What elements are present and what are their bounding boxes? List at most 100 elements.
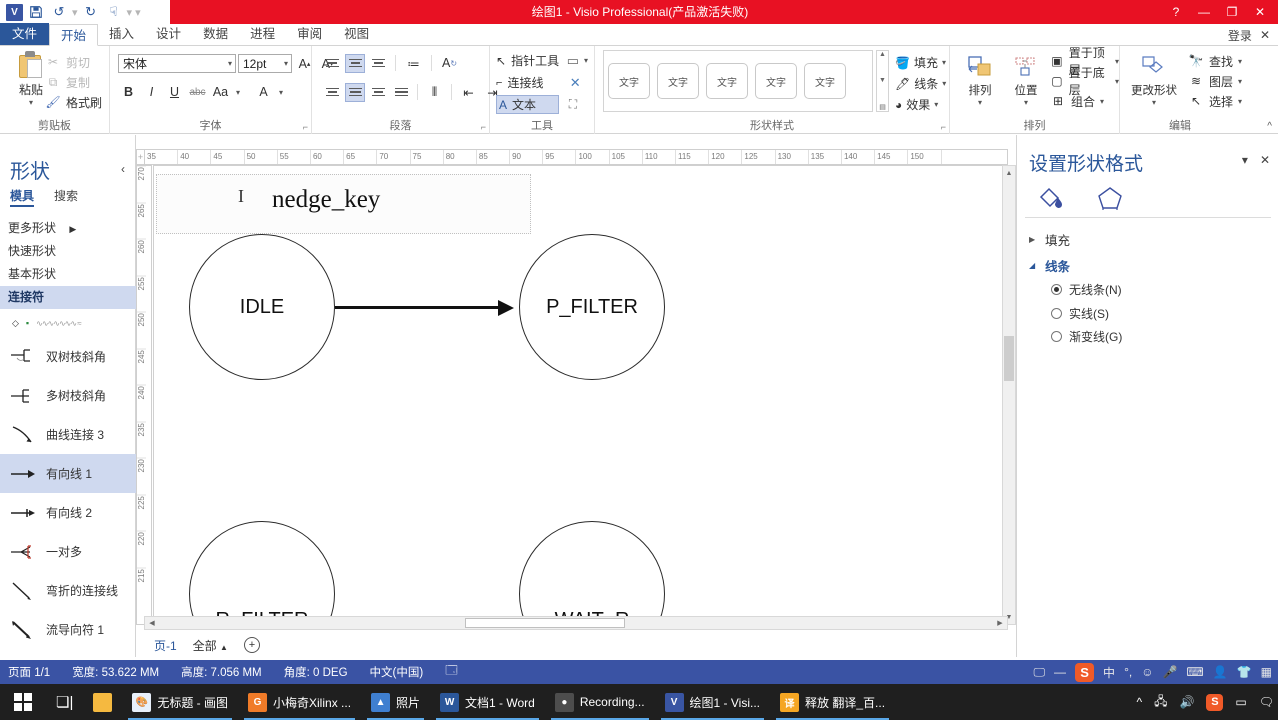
shape-item-one-to-many[interactable]: 一对多 <box>0 532 136 571</box>
line-button[interactable]: 🖊 线条 ▾ <box>895 73 946 94</box>
shape-item-flow-director-1[interactable]: 流导向符 1 <box>0 610 136 649</box>
change-shape-caret-icon[interactable]: ▾ <box>1124 98 1184 107</box>
quick-access-toolbar[interactable]: V ↺ ▾ ↻ ☟ ▾ ▾ <box>0 0 141 24</box>
collapse-ribbon-icon[interactable]: ^ <box>1267 121 1272 132</box>
font-color-caret-icon[interactable]: ▾ <box>276 82 286 102</box>
horizontal-ruler[interactable]: 35 40 45 50 55 60 65 70 75 80 85 90 95 100 105 110 115 12… <box>144 149 1008 165</box>
canvas-area[interactable]: + 35 40 45 50 55 60 65 70 75 80 85 90 95 100 105 110 115… <box>136 135 1016 657</box>
task-view-button[interactable]: ❏| <box>46 684 83 720</box>
state-node-p-filter[interactable]: P_FILTER <box>519 234 665 380</box>
delete-tool-button[interactable]: ✕ <box>567 73 588 92</box>
fill-bucket-icon[interactable] <box>1037 185 1067 214</box>
align-center-button[interactable] <box>345 53 365 73</box>
position-caret-icon[interactable]: ▾ <box>1004 98 1048 107</box>
drawing-page[interactable]: I nedge_key IDLE P_FILTER R_FILTER WAIT_… <box>153 165 1008 625</box>
connector-tool-button[interactable]: ⌐ 连接线 <box>496 73 559 92</box>
gallery-scroll-up-icon[interactable]: ▲ <box>879 51 886 58</box>
shape-item-curve-connector-3[interactable]: 曲线连接 3 <box>0 415 136 454</box>
format-painter-button[interactable]: 🖌 格式刷 <box>45 92 102 112</box>
italic-button[interactable]: I <box>141 82 162 102</box>
tray-notification-icon[interactable]: 🗨 <box>1259 695 1274 709</box>
font-size-input[interactable]: 12pt ▾ <box>238 54 292 73</box>
status-page[interactable]: 页面 1/1 <box>8 664 50 680</box>
taskbar-item-xilinx[interactable]: G 小梅奇Xilinx ... <box>238 684 361 720</box>
select-button[interactable]: ↖ 选择 ▾ <box>1188 91 1242 111</box>
format-panel-menu-icon[interactable]: ▾ <box>1242 153 1248 167</box>
valign-right-button[interactable] <box>368 83 388 102</box>
tab-design[interactable]: 设计 <box>145 23 192 45</box>
shape-style-item[interactable]: 文字 <box>706 63 748 99</box>
line-option-gradient[interactable]: 渐变线(G) <box>1051 328 1122 345</box>
decrease-indent-button[interactable]: ⇤ <box>458 82 479 102</box>
scroll-up-icon[interactable]: ▲ <box>1003 166 1015 180</box>
line-option-solid[interactable]: 实线(S) <box>1051 305 1109 322</box>
taskbar-item-visio[interactable]: V 绘图1 - Visi... <box>655 684 770 720</box>
pointer-caret-icon[interactable]: ▾ <box>127 6 133 19</box>
tab-file[interactable]: 文件 <box>0 23 50 45</box>
tab-insert[interactable]: 插入 <box>98 23 145 45</box>
select-caret-icon[interactable]: ▾ <box>1238 97 1242 106</box>
tray-volume-icon[interactable]: 🔊 <box>1179 695 1194 709</box>
category-quick-shapes[interactable]: 快速形状 <box>0 240 136 263</box>
undo-caret-icon[interactable]: ▾ <box>72 6 78 19</box>
bold-button[interactable]: B <box>118 82 139 102</box>
scroll-right-icon[interactable]: ▶ <box>993 617 1007 629</box>
shape-tool-button[interactable]: ▭ ▾ <box>567 51 588 70</box>
accessibility-icon[interactable]: 🗔 <box>445 663 457 682</box>
sogou-brand-icon[interactable]: S <box>1075 662 1095 682</box>
shape-item-directed-line-2[interactable]: 有向线 2 <box>0 493 136 532</box>
category-basic-shapes[interactable]: 基本形状 <box>0 263 136 286</box>
radio-no-line[interactable] <box>1051 284 1062 295</box>
radio-gradient-line[interactable] <box>1051 331 1062 342</box>
vertical-ruler[interactable]: 270 265 260 255 250 245 240 235 230 225 220 215 <box>136 165 152 625</box>
redo-icon[interactable]: ↻ <box>81 3 101 21</box>
position-button[interactable]: 位置 ▾ <box>1004 52 1048 107</box>
cut-button[interactable]: ✂ 剪切 <box>45 52 102 72</box>
shape-style-gallery[interactable]: 文字 文字 文字 文字 文字 <box>603 50 873 112</box>
strikethrough-button[interactable]: abc <box>187 82 208 102</box>
tab-home[interactable]: 开始 <box>49 24 99 46</box>
signin-area[interactable]: 登录 ✕ <box>1228 25 1270 45</box>
shape-style-item[interactable]: 文字 <box>755 63 797 99</box>
shape-style-item[interactable]: 文字 <box>657 63 699 99</box>
restore-button[interactable]: ❐ <box>1218 0 1246 24</box>
group-caret-icon[interactable]: ▾ <box>1100 97 1104 106</box>
pointer-tool-button[interactable]: ↖ 指针工具 <box>496 51 559 70</box>
shape-styles-dialog-launcher-icon[interactable]: ⌐ <box>941 122 946 132</box>
tab-search-shapes[interactable]: 搜索 <box>54 187 78 207</box>
vertical-scroll-thumb[interactable] <box>1004 336 1014 381</box>
shape-item-double-tree-bevel[interactable]: 双树枝斜角 <box>0 337 136 376</box>
align-right-button[interactable] <box>368 54 388 73</box>
shape-item-directed-line-1[interactable]: 有向线 1 <box>0 454 136 493</box>
category-connectors[interactable]: 连接符 <box>0 286 136 309</box>
ime-mode-button[interactable]: 中 <box>1103 664 1115 681</box>
scroll-left-icon[interactable]: ◀ <box>145 617 159 629</box>
tray-battery-icon[interactable]: ▭ <box>1235 695 1246 709</box>
status-language[interactable]: 中文(中国) <box>370 664 424 680</box>
bring-front-caret-icon[interactable]: ▾ <box>1115 57 1119 66</box>
text-box-content[interactable]: nedge_key <box>272 186 380 214</box>
font-color-button[interactable]: A <box>253 82 274 102</box>
shape-row-partial[interactable]: ◇ ▪ ∿∿∿∿∿∿∿ ≈ <box>0 309 136 337</box>
shape-tool-caret-icon[interactable]: ▾ <box>584 56 588 65</box>
ime-emoji-icon[interactable]: ☺ <box>1141 665 1153 679</box>
connector-idle-to-p-filter[interactable] <box>335 306 498 309</box>
taskbar-item-recording[interactable]: ● Recording... <box>545 684 655 720</box>
ime-toolbar[interactable]: 🖵 — S 中 °, ☺ 🎤 ⌨ 👤 👕 ▦ <box>1033 660 1276 684</box>
layers-caret-icon[interactable]: ▾ <box>1238 77 1242 86</box>
ime-panel-icon[interactable]: 🖵 <box>1033 665 1045 680</box>
copy-button[interactable]: ⧉ 复制 <box>45 72 102 92</box>
send-back-caret-icon[interactable]: ▾ <box>1115 77 1119 86</box>
tab-review[interactable]: 审阅 <box>286 23 333 45</box>
underline-button[interactable]: U <box>164 82 185 102</box>
arrange-caret-icon[interactable]: ▾ <box>958 98 1002 107</box>
tab-stencils[interactable]: 模具 <box>10 187 35 207</box>
tray-sogou-icon[interactable]: S <box>1206 693 1224 711</box>
qat-overflow-icon[interactable]: ▾ <box>135 6 141 19</box>
valign-center-button[interactable] <box>345 82 365 102</box>
state-node-wait-r[interactable]: WAIT_R <box>519 521 665 624</box>
save-icon[interactable] <box>26 3 46 21</box>
canvas-vertical-scrollbar[interactable]: ▲ ▼ <box>1002 165 1016 625</box>
change-shape-button[interactable]: 更改形状 ▾ <box>1124 52 1184 107</box>
tab-process[interactable]: 进程 <box>239 23 286 45</box>
